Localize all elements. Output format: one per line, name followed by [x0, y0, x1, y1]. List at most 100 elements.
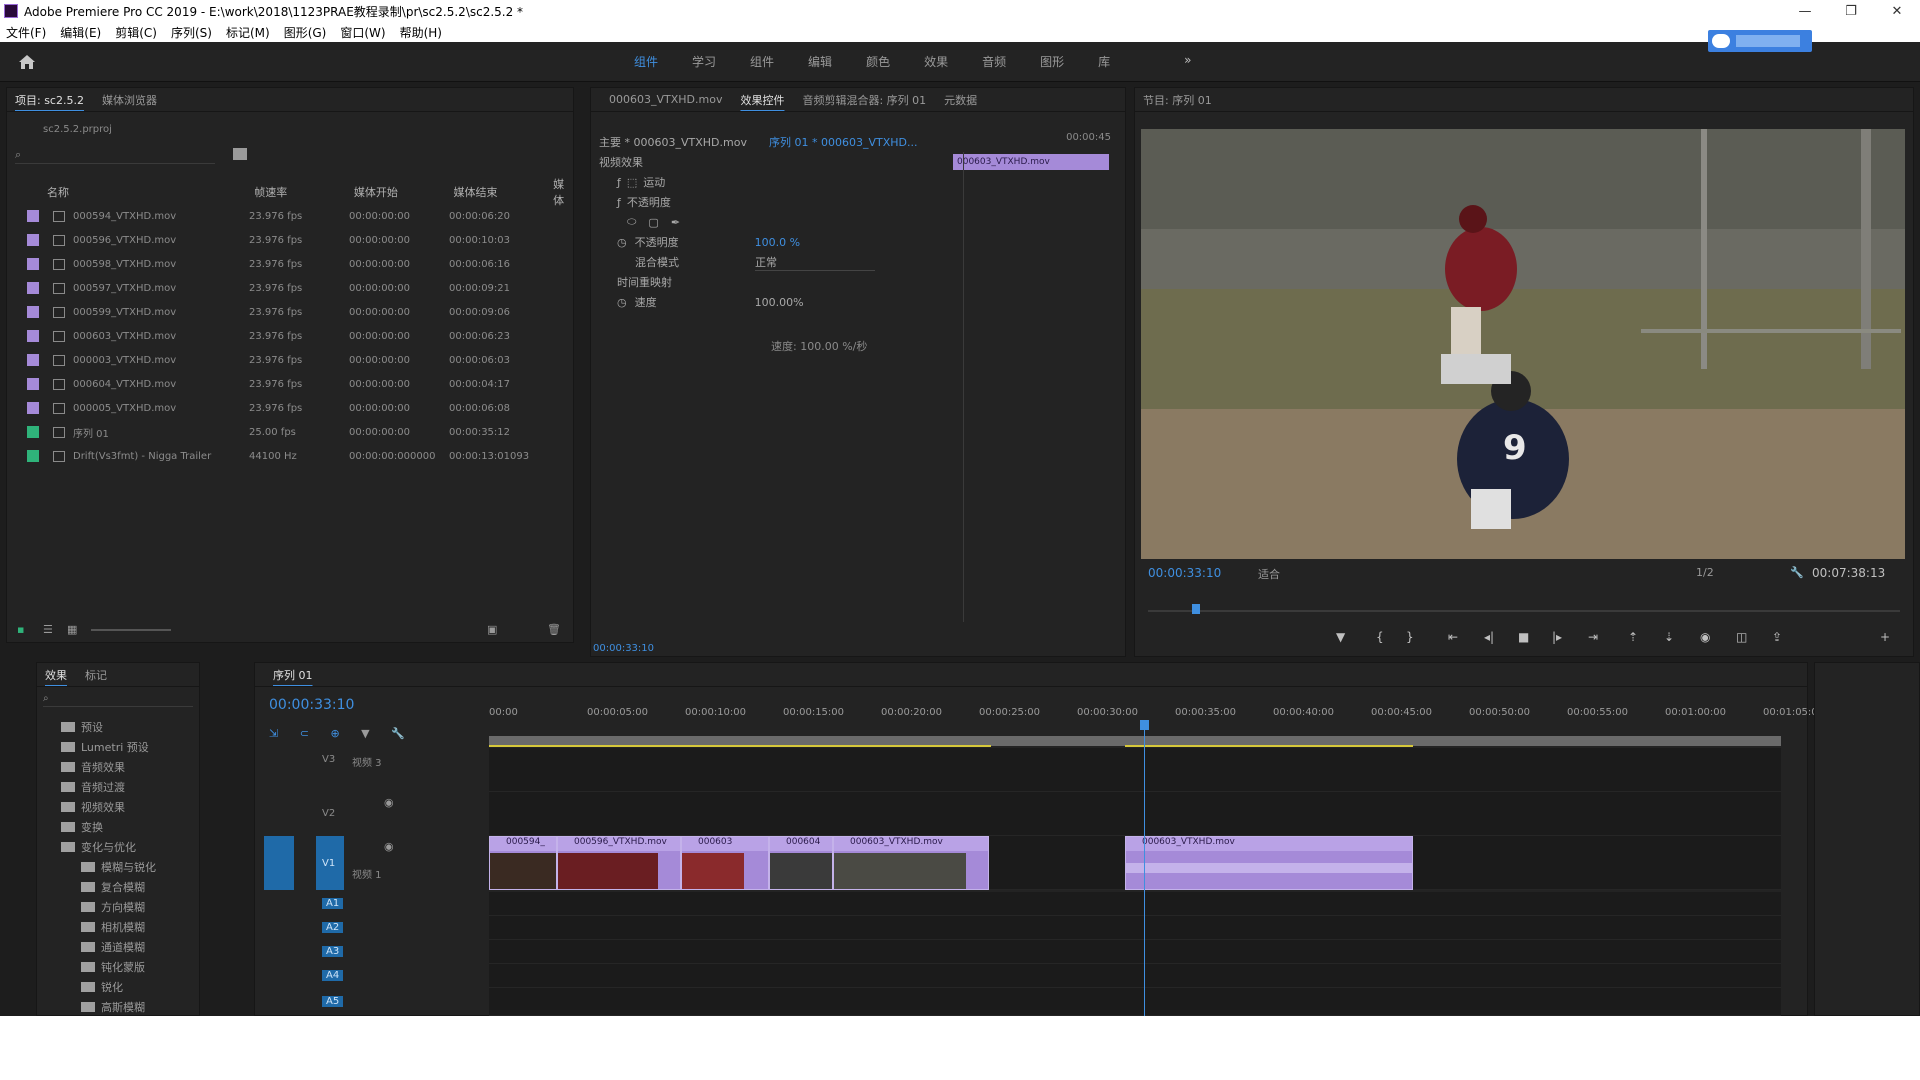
effects-list-item[interactable]: 锐化	[81, 977, 123, 997]
menu-marker[interactable]: 标记(M)	[226, 24, 270, 41]
effects-list-item[interactable]: 复合模糊	[81, 877, 145, 897]
effects-list-item[interactable]: Lumetri 预设	[61, 737, 149, 757]
effects-list-item[interactable]: 变换	[61, 817, 103, 837]
project-search-input[interactable]: ⌕	[15, 148, 215, 164]
linked-selection-icon[interactable]: ⊕	[330, 727, 339, 740]
track-v1-source-patch[interactable]	[264, 836, 294, 890]
project-item-row[interactable]: 000603_VTXHD.mov 23.976 fps 00:00:00:00 00:…	[7, 324, 573, 348]
effects-list-item[interactable]: 变化与优化	[61, 837, 136, 857]
effects-list-item[interactable]: 相机模糊	[81, 917, 145, 937]
add-marker-icon[interactable]: ▼	[361, 727, 369, 740]
extract-icon[interactable]: ⇣	[1664, 630, 1674, 644]
ec-opacity-value[interactable]: 100.0 %	[755, 236, 800, 249]
program-playhead[interactable]	[1192, 604, 1200, 614]
clip-v1-4[interactable]: 000604	[769, 836, 833, 890]
project-item-row[interactable]: 序列 01 25.00 fps 00:00:00:00 00:00:35:12	[7, 420, 573, 444]
track-a5[interactable]	[489, 988, 1781, 1016]
program-scrub-bar[interactable]	[1148, 604, 1900, 614]
tab-sequence[interactable]: 序列 01	[273, 667, 313, 683]
new-bin-icon[interactable]	[233, 148, 247, 160]
mark-out-icon[interactable]: }	[1406, 630, 1414, 644]
playhead-handle[interactable]	[1140, 720, 1149, 730]
project-item-row[interactable]: 000594_VTXHD.mov 23.976 fps 00:00:00:00 00:…	[7, 204, 573, 228]
program-timecode[interactable]: 00:00:33:10	[1148, 566, 1221, 580]
go-to-in-icon[interactable]: ⇤	[1448, 630, 1458, 644]
track-v2-label[interactable]: V2	[322, 808, 335, 819]
project-item-row[interactable]: 000599_VTXHD.mov 23.976 fps 00:00:00:00 00:…	[7, 300, 573, 324]
effects-search-input[interactable]: ⌕	[43, 693, 193, 707]
program-quality-select[interactable]: 1/2	[1696, 566, 1714, 579]
settings-wrench-icon[interactable]: 🔧	[391, 727, 405, 740]
project-item-row[interactable]: 000597_VTXHD.mov 23.976 fps 00:00:00:00 00:…	[7, 276, 573, 300]
program-title[interactable]: 节目: 序列 01	[1143, 92, 1212, 108]
track-a4[interactable]	[489, 964, 1781, 988]
label-color-swatch[interactable]	[27, 402, 39, 414]
track-a5-label[interactable]: A5	[322, 996, 344, 1007]
effects-list-item[interactable]: 模糊与锐化	[81, 857, 156, 877]
label-color-swatch[interactable]	[27, 330, 39, 342]
go-to-out-icon[interactable]: ⇥	[1588, 630, 1598, 644]
mark-in-icon[interactable]: {	[1376, 630, 1384, 644]
menu-file[interactable]: 文件(F)	[6, 24, 46, 41]
eye-icon[interactable]: ◉	[384, 796, 394, 809]
track-a1-label[interactable]: A1	[322, 898, 344, 909]
stopwatch-icon[interactable]: ◷	[617, 296, 627, 309]
pen-mask-icon[interactable]: ✒	[671, 216, 680, 229]
clip-v1-5[interactable]: 000603_VTXHD.mov	[833, 836, 989, 890]
col-name[interactable]: 名称	[47, 184, 254, 200]
label-color-swatch[interactable]	[27, 282, 39, 294]
stop-icon[interactable]: ■	[1518, 630, 1529, 644]
tab-audio-clip-mixer[interactable]: 音频剪辑混合器: 序列 01	[802, 92, 926, 108]
share-icon[interactable]: ⇪	[1772, 630, 1782, 644]
effects-list-item[interactable]: 高斯模糊	[81, 997, 145, 1015]
icon-view-icon[interactable]: ▦	[67, 623, 77, 636]
snap-icon[interactable]: ⊂	[300, 727, 309, 740]
clip-v1-2[interactable]: 000596_VTXHD.mov	[557, 836, 681, 890]
workspace-tab-learning[interactable]: 学习	[692, 53, 716, 70]
track-v2[interactable]	[489, 792, 1781, 836]
label-color-swatch[interactable]	[27, 426, 39, 438]
workspace-tab-editing[interactable]: 编辑	[808, 53, 832, 70]
tab-effect-controls[interactable]: 效果控件	[740, 92, 784, 108]
tab-media-browser[interactable]: 媒体浏览器	[102, 92, 157, 108]
track-v3[interactable]	[489, 748, 1781, 792]
label-color-swatch[interactable]	[27, 450, 39, 462]
ellipse-mask-icon[interactable]: ⬭	[627, 215, 636, 229]
step-forward-icon[interactable]: |▸	[1552, 630, 1562, 644]
tab-metadata[interactable]: 元数据	[944, 92, 977, 108]
workspace-tab-effects[interactable]: 效果	[924, 53, 948, 70]
program-fit-select[interactable]: 适合	[1258, 566, 1280, 582]
list-view-icon[interactable]: ☰	[43, 623, 53, 636]
eye-icon[interactable]: ◉	[384, 840, 394, 853]
tab-project[interactable]: 项目: sc2.5.2	[15, 92, 84, 108]
new-item-icon[interactable]: ▣	[487, 623, 497, 636]
track-a1[interactable]	[489, 892, 1781, 916]
menu-graphics[interactable]: 图形(G)	[284, 24, 327, 41]
menu-help[interactable]: 帮助(H)	[400, 24, 442, 41]
track-a3-label[interactable]: A3	[322, 946, 344, 957]
track-a4-label[interactable]: A4	[322, 970, 344, 981]
col-media-end[interactable]: 媒体结束	[453, 184, 553, 200]
tab-effects[interactable]: 效果	[45, 667, 67, 683]
effects-list-item[interactable]: 视频效果	[61, 797, 125, 817]
clip-v1-1[interactable]: 000594_	[489, 836, 557, 890]
ec-row-opacity-header[interactable]: ƒ 不透明度	[617, 192, 671, 212]
label-color-swatch[interactable]	[27, 258, 39, 270]
close-button[interactable]: ✕	[1874, 0, 1920, 22]
home-icon[interactable]	[18, 54, 36, 70]
track-v3-label[interactable]: V3	[322, 754, 335, 765]
workspace-tab-assembly-2[interactable]: 组件	[750, 53, 774, 70]
project-item-row[interactable]: 000003_VTXHD.mov 23.976 fps 00:00:00:00 00:…	[7, 348, 573, 372]
project-item-row[interactable]: 000604_VTXHD.mov 23.976 fps 00:00:00:00 00:…	[7, 372, 573, 396]
timeline-playhead[interactable]	[1140, 720, 1149, 1016]
add-marker-icon[interactable]: ▼	[1336, 630, 1345, 644]
tab-source-clip[interactable]: 000603_VTXHD.mov	[609, 93, 722, 106]
menu-sequence[interactable]: 序列(S)	[171, 24, 212, 41]
minimize-button[interactable]: —	[1782, 0, 1828, 22]
project-item-row[interactable]: 000005_VTXHD.mov 23.976 fps 00:00:00:00 00:…	[7, 396, 573, 420]
menu-edit[interactable]: 编辑(E)	[60, 24, 101, 41]
nest-toggle-icon[interactable]: ⇲	[269, 727, 278, 740]
add-button-icon[interactable]: +	[1880, 630, 1890, 644]
effects-list-item[interactable]: 通道模糊	[81, 937, 145, 957]
comparison-view-icon[interactable]: ◫	[1736, 630, 1747, 644]
